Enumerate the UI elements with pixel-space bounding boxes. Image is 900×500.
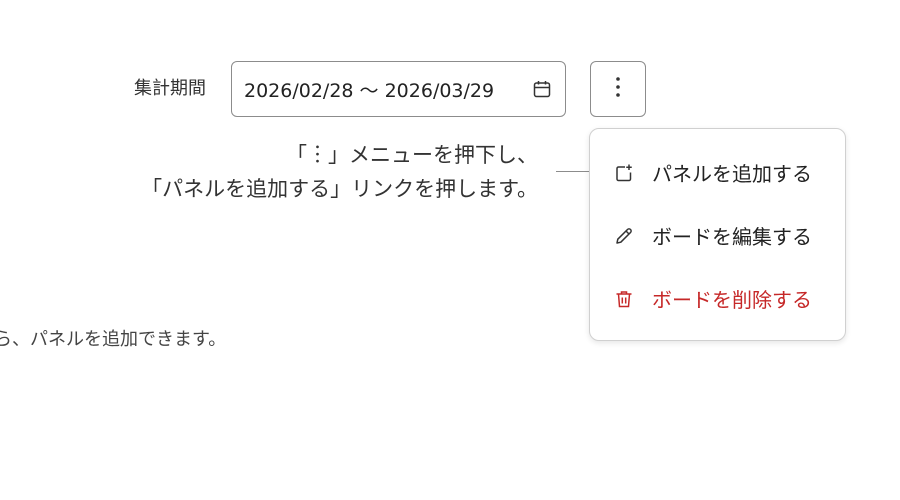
period-label: 集計期間 — [134, 78, 206, 99]
instruction-line-2: 「パネルを追加する」リンクを押します。 — [141, 177, 538, 201]
more-vertical-icon — [615, 76, 621, 102]
menu-item-delete-board[interactable]: ボードを削除する — [590, 267, 845, 330]
board-menu: パネルを追加する ボードを編集する ボードを削除する — [589, 128, 846, 341]
date-range-value: 2026/02/28 〜 2026/03/29 — [244, 79, 495, 102]
trash-icon — [612, 287, 636, 311]
menu-item-add-panel[interactable]: パネルを追加する — [590, 141, 845, 204]
pencil-icon — [612, 224, 636, 248]
more-menu-button[interactable] — [590, 61, 646, 117]
menu-item-label: ボードを削除する — [652, 288, 812, 312]
instruction-line-1: 「︙」メニューを押下し、 — [286, 143, 538, 167]
screen: 集計期間 2026/02/28 〜 2026/03/29 「︙」メニューを押下し… — [0, 0, 900, 500]
date-range-picker[interactable]: 2026/02/28 〜 2026/03/29 — [231, 61, 566, 117]
instruction-callout: 「︙」メニューを押下し、 「パネルを追加する」リンクを押します。 — [141, 138, 538, 206]
add-panel-icon — [612, 161, 636, 185]
helper-text: ら、パネルを追加できます。 — [0, 329, 227, 350]
menu-item-label: パネルを追加する — [652, 162, 812, 186]
menu-item-edit-board[interactable]: ボードを編集する — [590, 204, 845, 267]
menu-item-label: ボードを編集する — [652, 225, 812, 249]
calendar-icon — [531, 78, 553, 100]
